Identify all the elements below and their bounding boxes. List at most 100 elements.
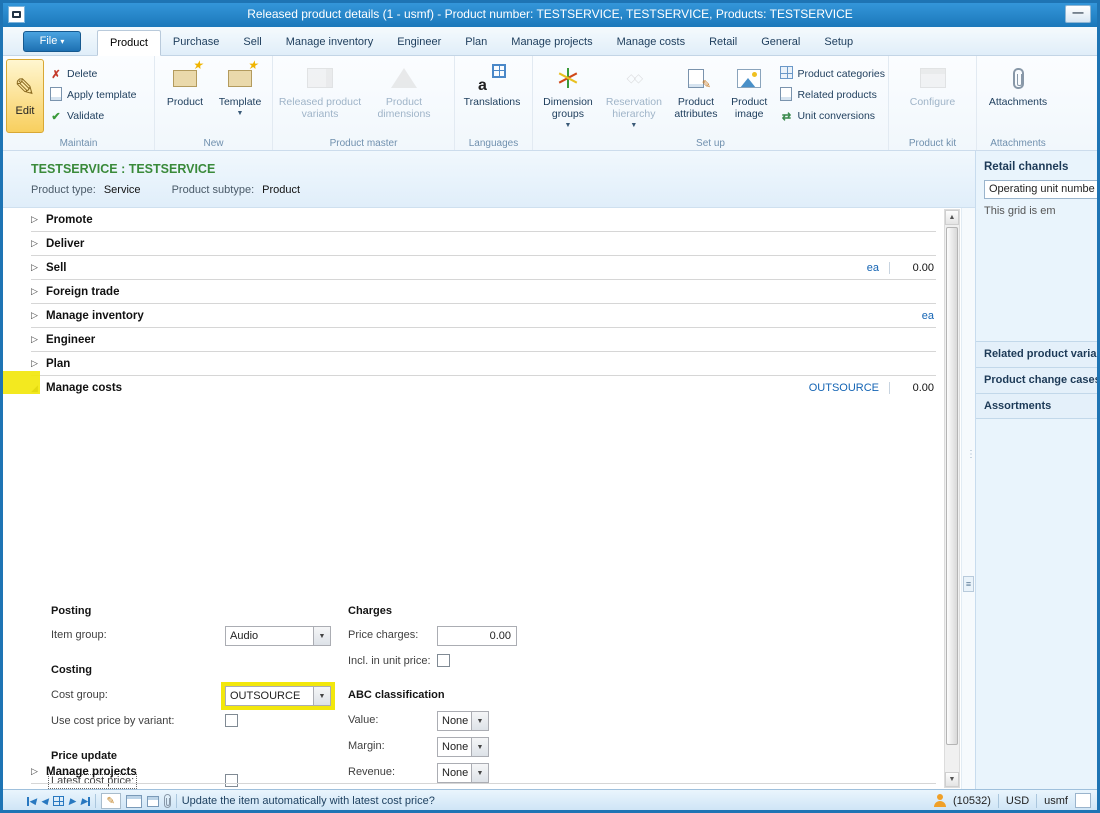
price-charges-input[interactable]: 0.00 (437, 626, 517, 646)
tab-general[interactable]: General (749, 30, 812, 56)
related-product-variants-section[interactable]: Related product varia (976, 341, 1097, 367)
ribbon-group-set-up: Dimension groups ▼ ◇◇ Reservation hierar… (533, 56, 889, 150)
chevron-down-icon[interactable]: ▼ (471, 712, 488, 730)
last-record-icon: ▶ (81, 796, 88, 806)
delete-button[interactable]: ✗ Delete (48, 65, 136, 83)
validate-button[interactable]: ✔ Validate (48, 107, 136, 125)
fasttab-foreign-trade[interactable]: ▷ Foreign trade (31, 280, 936, 304)
file-caret-icon: ▾ (60, 37, 64, 46)
fasttab-promote[interactable]: ▷ Promote (31, 208, 936, 232)
fasttab-engineer[interactable]: ▷ Engineer (31, 328, 936, 352)
form-view-button[interactable] (126, 795, 142, 808)
last-record-button[interactable]: ▶ (81, 796, 90, 806)
right-panel: Retail channels Operating unit numbe Thi… (975, 151, 1097, 789)
grid-view-button[interactable] (53, 796, 64, 806)
fasttab-plan[interactable]: ▷ Plan (31, 352, 936, 376)
scroll-down-icon[interactable]: ▼ (945, 772, 959, 787)
apply-template-button[interactable]: Apply template (48, 86, 136, 104)
incl-unit-price-label: Incl. in unit price: (348, 655, 431, 667)
collapsed-arrow-icon: ▷ (31, 358, 46, 369)
chevron-down-icon[interactable]: ▼ (313, 687, 330, 705)
tab-purchase[interactable]: Purchase (161, 30, 231, 56)
new-product-label: Product (167, 96, 203, 108)
next-record-button[interactable]: ▶ (69, 796, 76, 806)
product-categories-button[interactable]: Product categories (778, 65, 885, 83)
first-record-button[interactable]: ◀ (27, 796, 36, 806)
dimension-groups-button[interactable]: Dimension groups ▼ (536, 59, 600, 132)
collapsed-arrow-icon: ▷ (31, 310, 46, 321)
file-menu-button[interactable]: File▾ (23, 31, 81, 52)
sell-amount-summary: 0.00 (900, 262, 934, 274)
assortments-section[interactable]: Assortments (976, 393, 1097, 419)
company-indicator[interactable]: usmf (1044, 795, 1068, 807)
minimize-button[interactable]: — (1065, 5, 1091, 23)
fasttab-manage-costs[interactable]: ◢ Manage costs OUTSOURCE 0.00 (31, 376, 936, 400)
document-attachments-button[interactable] (164, 794, 171, 808)
scrollbar-thumb[interactable] (946, 227, 958, 745)
grid-form-button[interactable] (147, 796, 159, 807)
window-title: Released product details (1 - usmf) - Pr… (43, 7, 1057, 21)
scroll-up-icon[interactable]: ▲ (945, 210, 959, 225)
panel-splitter[interactable]: ⋮ ≡ (961, 208, 975, 789)
retail-channels-column-header[interactable]: Operating unit numbe (984, 180, 1097, 199)
ribbon-group-product-kit: Configure Product kit (889, 56, 977, 150)
released-product-variants-button: Released product variants (276, 59, 364, 120)
tab-manage-projects[interactable]: Manage projects (499, 30, 604, 56)
product-subtype-label: Product subtype: (172, 184, 255, 196)
product-image-button[interactable]: Product image (724, 59, 774, 120)
product-attributes-button[interactable]: ✎ Product attributes (668, 59, 724, 120)
translations-button[interactable]: a Translations (458, 59, 526, 108)
related-products-icon (778, 87, 794, 104)
posting-heading: Posting (51, 605, 91, 617)
fasttab-manage-inventory[interactable]: ▷ Manage inventory ea (31, 304, 936, 328)
unit-conversions-button[interactable]: ⇄ Unit conversions (778, 107, 885, 125)
tab-manage-inventory[interactable]: Manage inventory (274, 30, 385, 56)
fasttab-sell[interactable]: ▷ Sell ea 0.00 (31, 256, 936, 280)
tab-setup[interactable]: Setup (812, 30, 865, 56)
splitter-grip-handle[interactable]: ≡ (963, 576, 974, 592)
chevron-down-icon[interactable]: ▼ (313, 627, 330, 645)
status-divider (1036, 794, 1037, 808)
tab-manage-costs[interactable]: Manage costs (605, 30, 697, 56)
collapsed-arrow-icon: ▷ (31, 214, 46, 225)
attachments-button[interactable]: Attachments (983, 59, 1053, 108)
fasttab-manage-inventory-summary: ea (922, 310, 936, 322)
tab-engineer[interactable]: Engineer (385, 30, 453, 56)
reservation-hierarchy-button: ◇◇ Reservation hierarchy ▼ (600, 59, 668, 132)
summary-divider (889, 262, 890, 274)
main-scrollbar[interactable]: ▲ ▼ (944, 209, 960, 788)
tab-product[interactable]: Product (97, 30, 161, 56)
item-group-select[interactable]: Audio ▼ (225, 626, 331, 646)
title-bar: Released product details (1 - usmf) - Pr… (3, 3, 1097, 27)
incl-unit-price-checkbox[interactable] (437, 654, 450, 667)
template-button[interactable]: ★ Template ▼ (212, 59, 268, 120)
dimension-groups-icon (555, 62, 581, 94)
product-dimensions-button: Product dimensions (364, 59, 444, 120)
collapsed-arrow-icon: ▷ (31, 334, 46, 345)
collapsed-arrow-icon: ▷ (31, 262, 46, 273)
fasttab-engineer-title: Engineer (46, 334, 95, 346)
abc-value-select[interactable]: None ▼ (437, 711, 489, 731)
currency-indicator[interactable]: USD (1006, 795, 1029, 807)
tab-sell[interactable]: Sell (231, 30, 273, 56)
use-cost-price-checkbox[interactable] (225, 714, 238, 727)
product-change-cases-section[interactable]: Product change cases (976, 367, 1097, 393)
status-divider (176, 794, 177, 808)
edit-button[interactable]: ✎ Edit (6, 59, 44, 133)
abc-margin-select[interactable]: None ▼ (437, 737, 489, 757)
tab-plan[interactable]: Plan (453, 30, 499, 56)
new-product-button[interactable]: ★ Product (158, 59, 212, 108)
edit-record-button[interactable]: ✎ (101, 793, 121, 809)
status-divider (998, 794, 999, 808)
previous-record-button[interactable]: ◀ (41, 796, 48, 806)
ribbon-group-product-master: Released product variants Product dimens… (273, 56, 455, 150)
cost-group-select[interactable]: OUTSOURCE ▼ (225, 686, 331, 706)
collapsed-arrow-icon: ▷ (31, 238, 46, 249)
fasttab-manage-projects[interactable]: ▷ Manage projects (31, 760, 936, 784)
related-products-button[interactable]: Related products (778, 86, 885, 104)
fasttab-deliver[interactable]: ▷ Deliver (31, 232, 936, 256)
session-count[interactable]: (10532) (953, 795, 991, 807)
retail-channels-empty-text: This grid is em (984, 205, 1056, 217)
chevron-down-icon[interactable]: ▼ (471, 738, 488, 756)
tab-retail[interactable]: Retail (697, 30, 749, 56)
